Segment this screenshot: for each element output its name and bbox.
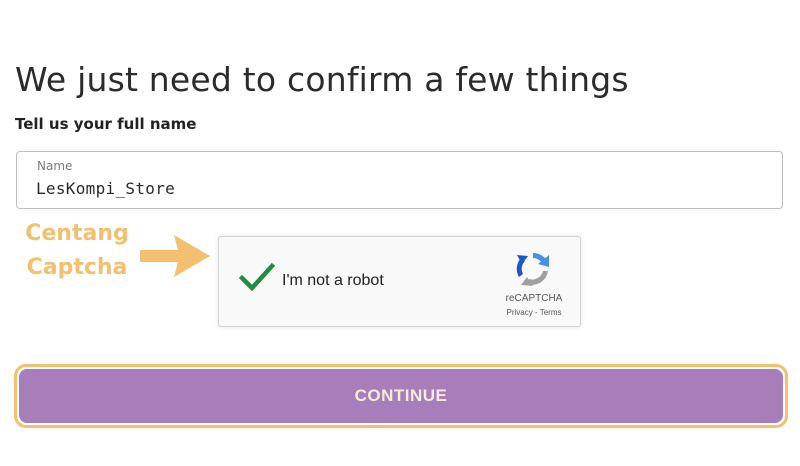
name-field-value[interactable]: LesKompi_Store bbox=[36, 179, 175, 198]
recaptcha-widget: I'm not a robot reCAPTCHA Privacy - Term… bbox=[218, 236, 581, 327]
checkmark-icon[interactable] bbox=[239, 262, 275, 292]
annotation-line-1: Centang bbox=[25, 221, 129, 246]
recaptcha-label: I'm not a robot bbox=[282, 272, 384, 289]
recaptcha-logo-icon bbox=[516, 252, 549, 286]
page-title: We just need to confirm a few things bbox=[15, 60, 629, 99]
name-prompt: Tell us your full name bbox=[15, 115, 197, 133]
privacy-link[interactable]: Privacy bbox=[507, 308, 533, 317]
continue-button[interactable]: CONTINUE bbox=[19, 369, 783, 423]
terms-link[interactable]: Terms bbox=[540, 308, 562, 317]
confirm-page: We just need to confirm a few things Tel… bbox=[0, 0, 800, 466]
name-field[interactable]: Name LesKompi_Store bbox=[16, 151, 783, 209]
continue-highlight: CONTINUE bbox=[14, 364, 788, 428]
name-field-label: Name bbox=[37, 159, 73, 173]
recaptcha-links: Privacy - Terms bbox=[489, 308, 579, 317]
annotation-arrow-icon bbox=[140, 235, 210, 277]
annotation-text: Centang Captcha bbox=[18, 217, 136, 285]
annotation-line-2: Captcha bbox=[26, 255, 128, 280]
links-separator: - bbox=[532, 308, 540, 317]
recaptcha-brand: reCAPTCHA bbox=[505, 293, 563, 304]
